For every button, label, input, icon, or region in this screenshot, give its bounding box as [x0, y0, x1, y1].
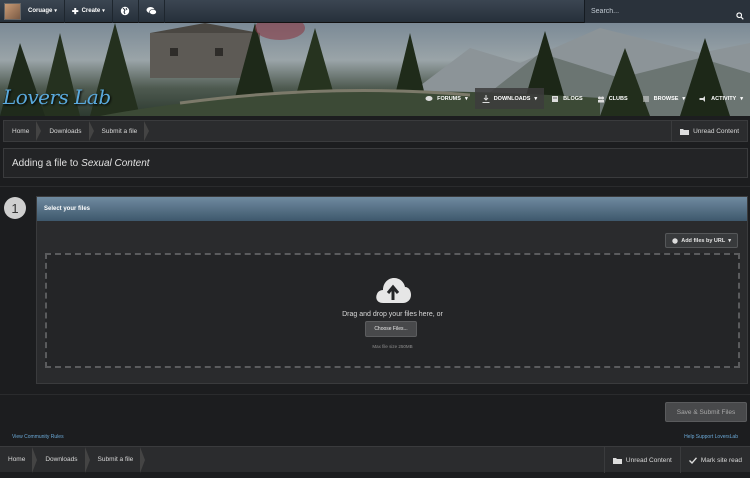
select-files-panel: Select your files Add files by URL ▾ Dra… — [36, 196, 748, 384]
nav-label: DOWNLOADS — [493, 95, 531, 102]
search-box — [584, 0, 750, 23]
dropzone-text: Drag and drop your files here, or — [342, 311, 443, 318]
search-input[interactable] — [585, 8, 725, 15]
breadcrumb-current: Submit a file — [94, 121, 150, 141]
globe-icon — [672, 237, 678, 244]
file-dropzone[interactable]: Drag and drop your files here, or Choose… — [45, 253, 740, 368]
chevron-down-icon: ▾ — [728, 237, 731, 244]
nav-label: BROWSE — [653, 95, 679, 102]
divider — [0, 186, 750, 187]
mark-read-label: Mark site read — [700, 456, 742, 464]
chevron-down-icon: ▾ — [54, 8, 57, 14]
activity-icon — [699, 95, 706, 102]
breadcrumb-downloads[interactable]: Downloads — [37, 446, 90, 473]
footer-links: View Community Rules Help Support Lovers… — [0, 434, 750, 446]
unread-content-link[interactable]: Unread Content — [671, 121, 747, 141]
clubs-icon — [597, 96, 604, 102]
nav-activity[interactable]: ACTIVITY ▾ — [692, 88, 750, 109]
chevron-down-icon: ▾ — [740, 95, 743, 102]
plus-icon: ✚ — [71, 6, 79, 16]
folder-icon — [612, 457, 622, 464]
breadcrumb-home[interactable]: Home — [0, 446, 38, 473]
page-title: Adding a file to Sexual Content — [3, 148, 748, 178]
nav-label: ACTIVITY — [711, 95, 737, 102]
breadcrumb: Home Downloads Submit a file Unread Cont… — [3, 120, 748, 142]
create-button[interactable]: ✚ Create ▾ — [65, 0, 113, 23]
globe-icon[interactable] — [113, 0, 139, 23]
breadcrumb-home[interactable]: Home — [4, 121, 42, 141]
user-bar: Coruage ▾ ✚ Create ▾ — [0, 0, 750, 23]
create-label: Create — [81, 8, 101, 14]
community-rules-link[interactable]: View Community Rules — [12, 434, 64, 446]
avatar[interactable] — [4, 2, 21, 20]
title-category: Sexual Content — [81, 157, 150, 169]
user-name: Coruage — [28, 8, 53, 14]
chat-icon[interactable] — [139, 0, 165, 23]
breadcrumb-downloads[interactable]: Downloads — [41, 121, 94, 141]
cloud-upload-icon — [376, 278, 411, 303]
add-url-label: Add files by URL — [681, 237, 726, 244]
forums-icon — [425, 95, 433, 101]
nav-browse[interactable]: BROWSE ▾ — [635, 88, 693, 109]
nav-label: BLOGS — [563, 95, 583, 102]
nav-downloads[interactable]: DOWNLOADS ▾ — [474, 88, 545, 109]
user-menu[interactable]: Coruage ▾ — [21, 0, 65, 23]
folder-icon — [680, 128, 690, 135]
add-files-by-url-button[interactable]: Add files by URL ▾ — [665, 233, 738, 248]
nav-blogs[interactable]: BLOGS — [544, 88, 590, 109]
check-icon — [688, 456, 697, 464]
nav-label: CLUBS — [608, 95, 628, 102]
unread-content-link[interactable]: Unread Content — [603, 447, 680, 473]
save-submit-button[interactable]: Save & Submit Files — [665, 402, 747, 422]
chevron-down-icon: ▾ — [102, 8, 105, 14]
main-nav: FORUMS ▾ DOWNLOADS ▾ BLOGS CLUBS BROWSE ▾ A… — [418, 88, 750, 109]
chevron-down-icon: ▾ — [464, 95, 468, 102]
download-icon — [482, 94, 490, 103]
footer-actions: Unread Content Mark site read — [603, 447, 750, 473]
max-file-size: Max file size 250MB — [372, 344, 413, 349]
mark-site-read-button[interactable]: Mark site read — [679, 447, 750, 473]
footer-breadcrumb: Home Downloads Submit a file Unread Cont… — [0, 446, 750, 473]
chevron-down-icon: ▾ — [534, 95, 538, 102]
step-heading: Select your files — [37, 197, 747, 221]
breadcrumb-current: Submit a file — [90, 446, 146, 473]
site-logo[interactable]: Lovers Lab — [3, 85, 111, 109]
browse-icon — [642, 96, 649, 101]
chevron-down-icon: ▾ — [682, 95, 686, 102]
unread-label: Unread Content — [625, 456, 672, 464]
step-number: 1 — [4, 197, 26, 219]
nav-forums[interactable]: FORUMS ▾ — [418, 88, 475, 109]
nav-label: FORUMS — [437, 95, 461, 102]
help-support-link[interactable]: Help Support LoversLab — [684, 434, 738, 446]
nav-clubs[interactable]: CLUBS — [590, 88, 635, 109]
divider — [0, 394, 750, 395]
choose-files-button[interactable]: Choose Files... — [365, 321, 417, 337]
blogs-icon — [552, 95, 559, 102]
unread-label: Unread Content — [693, 127, 739, 135]
title-prefix: Adding a file to — [12, 157, 79, 169]
